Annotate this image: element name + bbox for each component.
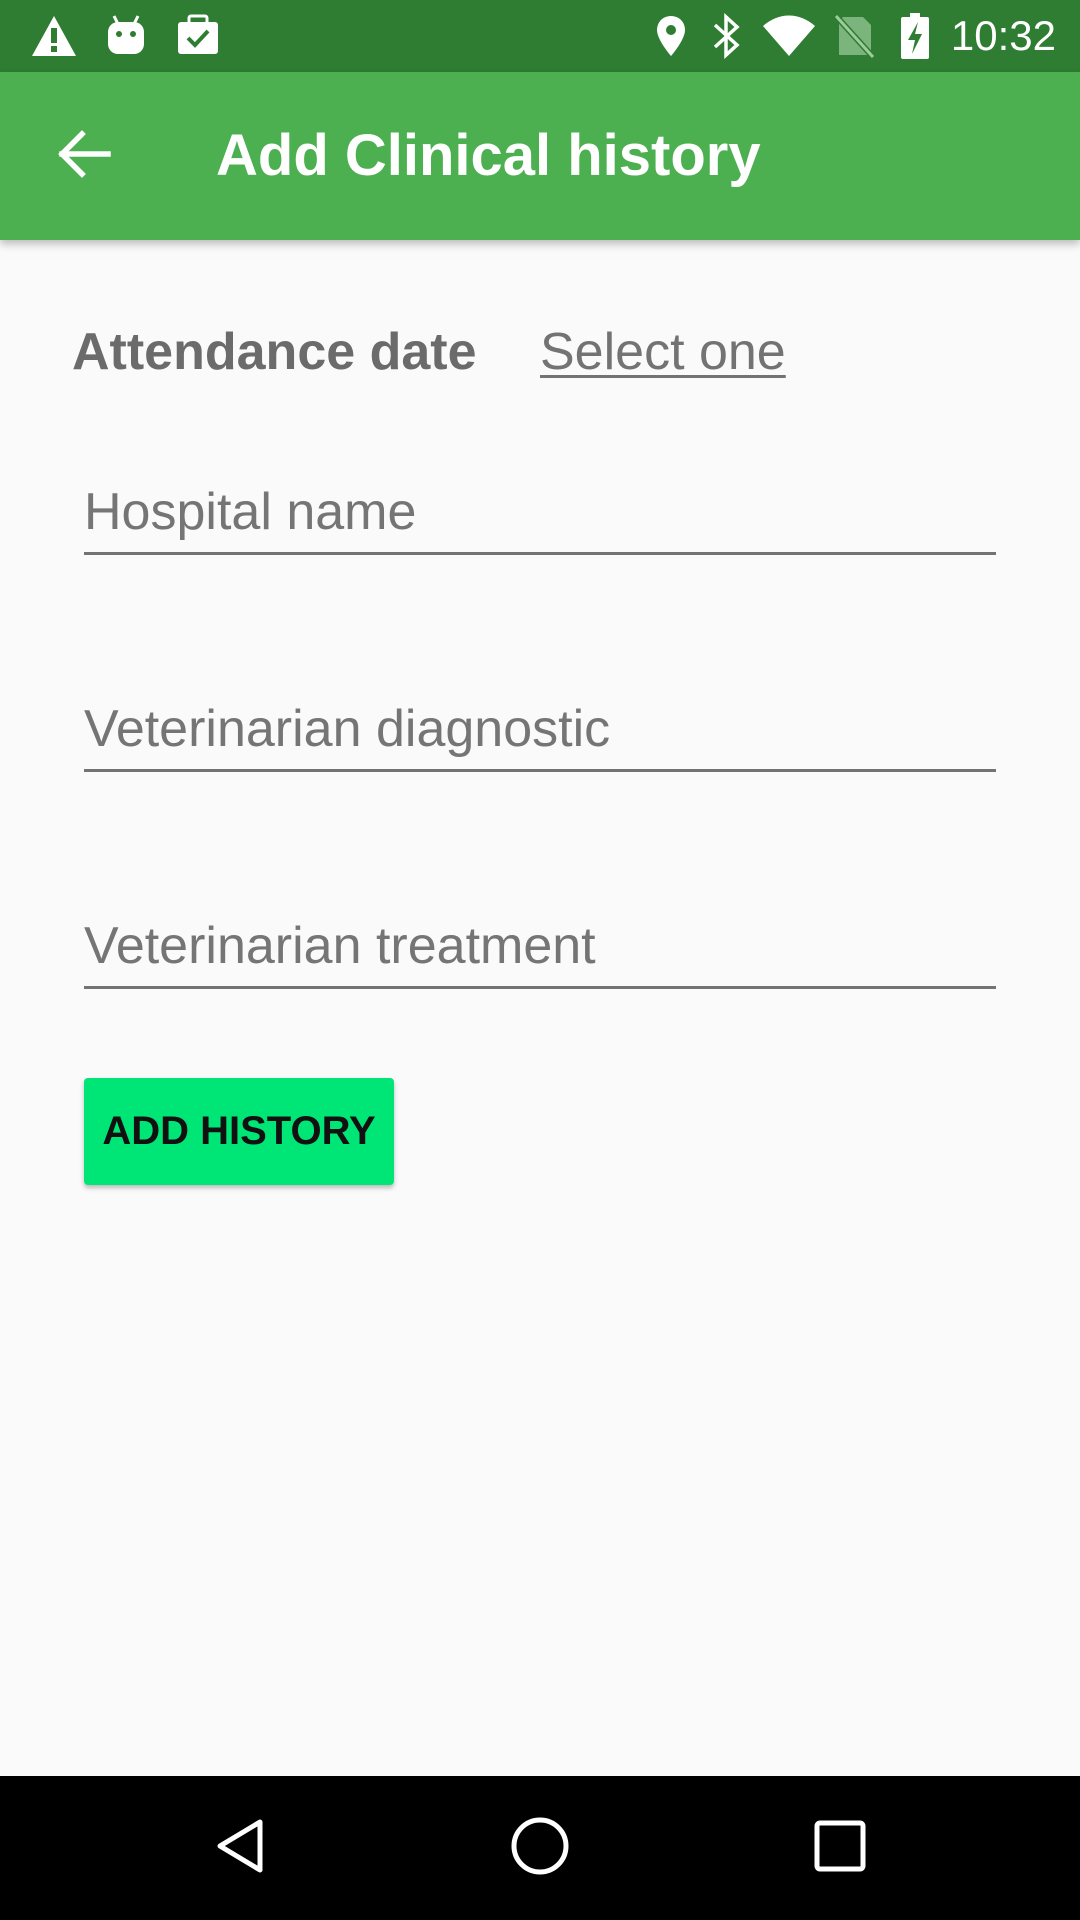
veterinarian-treatment-input[interactable] (84, 906, 996, 989)
veterinarian-diagnostic-input[interactable] (84, 689, 996, 772)
bluetooth-icon (708, 12, 744, 60)
nav-back-button[interactable] (192, 1800, 288, 1896)
page-title: Add Clinical history (216, 123, 761, 188)
nav-home-button[interactable] (492, 1800, 588, 1896)
android-icon (104, 12, 148, 60)
attendance-date-selector[interactable]: Select one (540, 312, 786, 392)
nav-recents-icon (813, 1819, 867, 1878)
back-button[interactable] (44, 116, 124, 196)
arrow-back-icon (56, 129, 112, 183)
nav-home-icon (510, 1816, 570, 1881)
navigation-bar (0, 1776, 1080, 1920)
status-bar-clock: 10:32 (950, 12, 1056, 59)
nav-back-icon (212, 1816, 268, 1881)
wifi-icon (760, 12, 818, 60)
app-bar: Add Clinical history (0, 72, 1080, 240)
no-sim-icon (832, 12, 876, 60)
clipboard-check-icon (174, 12, 222, 60)
battery-charging-icon (898, 12, 932, 60)
hospital-name-input[interactable] (84, 472, 996, 555)
nav-recents-button[interactable] (792, 1800, 888, 1896)
location-pin-icon (652, 12, 690, 60)
warning-icon (28, 12, 80, 60)
attendance-date-label: Attendance date (72, 323, 477, 381)
add-history-button[interactable]: ADD HISTORY (84, 1078, 394, 1185)
status-bar: 10:32 (0, 0, 1080, 72)
